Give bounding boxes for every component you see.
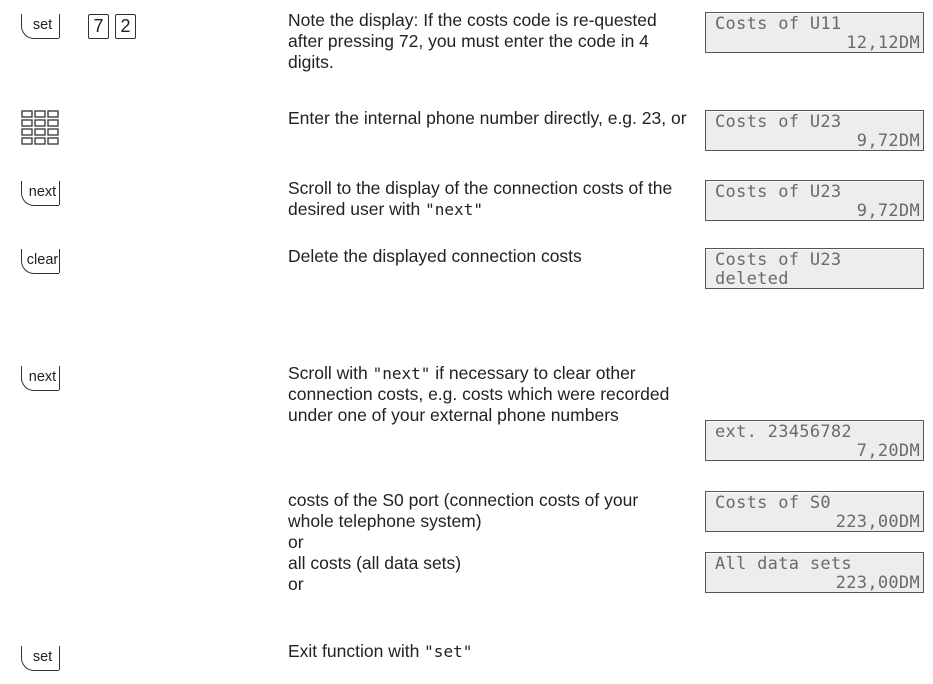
step-7-description: all costs (all data sets) or [288,553,688,595]
lcd-line-2: 7,20DM [856,441,920,461]
lcd-line-1: ext. 23456782 [715,422,852,442]
clear-key[interactable]: clear [21,249,60,274]
lcd-line-2: 223,00DM [835,512,920,532]
digit-7-key[interactable]: 7 [88,14,109,39]
step-2-description: Enter the internal phone number directly… [288,108,687,128]
step-8-description: Exit function with "set" [288,641,688,662]
next-key[interactable]: next [21,181,60,206]
step-3-description: Scroll to the display of the connection … [288,178,688,220]
lcd-line-1: All data sets [715,554,852,574]
lcd-line-1: Costs of U11 [715,14,842,34]
or-label: or [288,532,304,552]
lcd-display-4: Costs of U23 deleted [705,248,924,289]
step-6-description: costs of the S0 port (connection costs o… [288,490,688,553]
set-key[interactable]: set [21,14,60,39]
step-5-description: Scroll with "next" if necessary to clear… [288,363,688,426]
lcd-line-1: Costs of U23 [715,182,842,202]
lcd-display-7: All data sets 223,00DM [705,552,924,593]
lcd-line-2: 9,72DM [856,201,920,221]
lcd-line-1: Costs of S0 [715,493,831,513]
lcd-line-2: 12,12DM [846,33,920,53]
or-label: or [288,574,304,594]
lcd-line-2: deleted [715,269,789,289]
lcd-display-3: Costs of U23 9,72DM [705,180,924,221]
step-4-description: Delete the displayed connection costs [288,246,582,266]
lcd-line-1: Costs of U23 [715,112,842,132]
step-7-text: all costs (all data sets) [288,553,462,573]
step-5-text: Scroll with [288,363,373,383]
lcd-display-2: Costs of U23 9,72DM [705,110,924,151]
digit-2-key[interactable]: 2 [115,14,136,39]
lcd-line-1: Costs of U23 [715,250,842,270]
lcd-display-6: Costs of S0 223,00DM [705,491,924,532]
quoted-key-name: "next" [372,364,431,383]
lcd-line-2: 9,72DM [856,131,920,151]
step-1-description: Note the display: If the costs code is r… [288,10,657,72]
lcd-display-1: Costs of U11 12,12DM [705,12,924,53]
keypad-icon[interactable] [21,110,59,145]
quoted-key-name: "set" [424,642,473,661]
lcd-display-5: ext. 23456782 7,20DM [705,420,924,461]
step-6-text: costs of the S0 port (connection costs o… [288,490,639,531]
quoted-key-name: "next" [425,200,483,219]
lcd-line-2: 223,00DM [835,573,920,593]
next-key[interactable]: next [21,366,60,391]
step-8-text: Exit function with [288,641,425,661]
set-key[interactable]: set [21,646,60,671]
